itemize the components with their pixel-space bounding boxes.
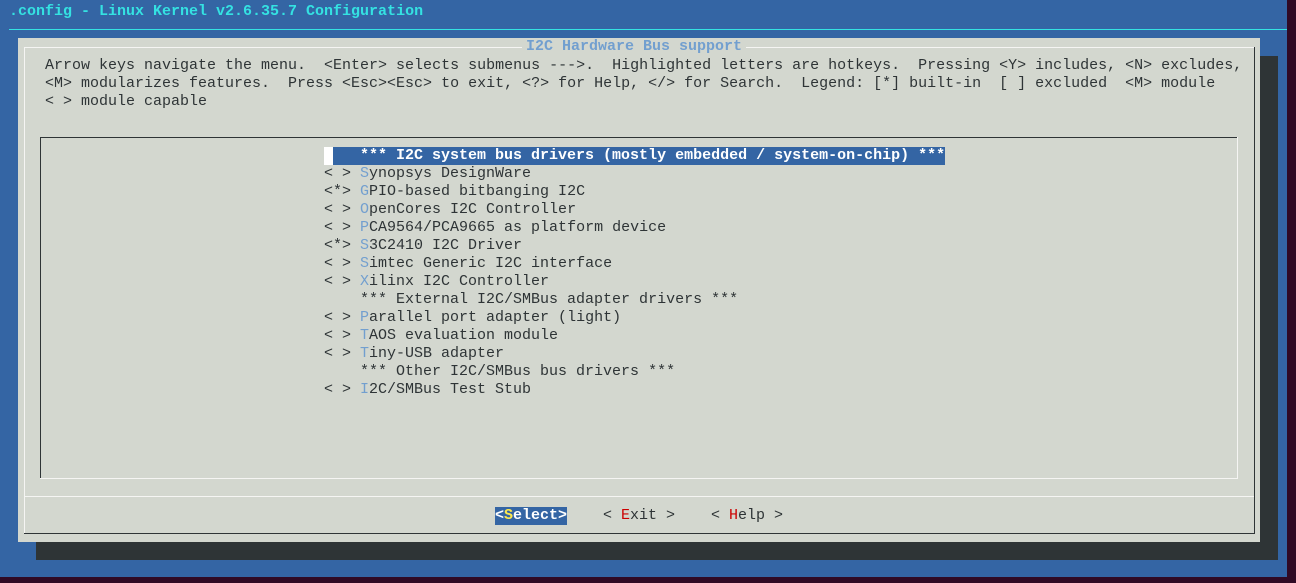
button-hotkey: E [621, 507, 631, 524]
item-label: imtec Generic I2C interface [369, 255, 613, 272]
item-state[interactable] [324, 363, 360, 380]
help-line: < > module capable [45, 93, 208, 110]
item-hotkey: O [360, 201, 370, 218]
button-hotkey: S [504, 507, 514, 524]
select-button[interactable]: <Select> [495, 507, 568, 525]
button-post: xit > [630, 507, 676, 524]
menu-item[interactable]: *** I2C system bus drivers (mostly embed… [324, 147, 945, 165]
item-state[interactable]: < > [324, 309, 360, 326]
help-button[interactable]: < Help > [711, 507, 783, 525]
dialog-title: I2C Hardware Bus support [522, 38, 747, 56]
menu-item[interactable]: < > Parallel port adapter (light) [324, 309, 621, 327]
item-label: PIO-based bitbanging I2C [369, 183, 586, 200]
item-label: ilinx I2C Controller [369, 273, 550, 290]
button-post: elp > [738, 507, 784, 524]
item-label: penCores I2C Controller [369, 201, 577, 218]
menu-box-right [1237, 137, 1238, 479]
item-hotkey: S [360, 237, 370, 254]
item-hotkey: T [360, 345, 370, 362]
cursor [324, 147, 333, 165]
menu-item[interactable]: *** Other I2C/SMBus bus drivers *** [324, 363, 675, 381]
item-label: *** I2C system bus drivers (mostly embed… [360, 147, 946, 164]
item-state[interactable]: <*> [324, 237, 360, 254]
menu-box-top [40, 137, 1237, 138]
item-state[interactable]: <*> [324, 183, 360, 200]
item-label: arallel port adapter (light) [369, 309, 622, 326]
menu-item[interactable]: < > TAOS evaluation module [324, 327, 558, 345]
item-state[interactable]: < > [324, 165, 360, 182]
dialog-border-right [1254, 47, 1255, 534]
item-label: 3C2410 I2C Driver [369, 237, 523, 254]
menu-item[interactable]: < > Xilinx I2C Controller [324, 273, 549, 291]
menu-item[interactable]: < > PCA9564/PCA9665 as platform device [324, 219, 666, 237]
menu-item[interactable]: *** External I2C/SMBus adapter drivers *… [324, 291, 738, 309]
item-label: iny-USB adapter [369, 345, 505, 362]
item-state[interactable]: < > [324, 327, 360, 344]
item-label: *** External I2C/SMBus adapter drivers *… [360, 291, 739, 308]
item-label: *** Other I2C/SMBus bus drivers *** [360, 363, 676, 380]
item-state[interactable] [324, 291, 360, 308]
menu-item[interactable]: < > Synopsys DesignWare [324, 165, 531, 183]
menu-item[interactable]: < > I2C/SMBus Test Stub [324, 381, 531, 399]
item-hotkey: S [360, 165, 370, 182]
item-state[interactable]: < > [324, 273, 360, 290]
window-title: .config - Linux Kernel v2.6.35.7 Configu… [9, 3, 424, 20]
menu-item[interactable]: <*> GPIO-based bitbanging I2C [324, 183, 585, 201]
menu-item[interactable]: < > Simtec Generic I2C interface [324, 255, 612, 273]
item-hotkey: P [360, 309, 370, 326]
item-hotkey: S [360, 255, 370, 272]
dialog-border-left [24, 47, 25, 534]
button-post: elect> [513, 507, 568, 524]
item-state[interactable]: < > [324, 345, 360, 362]
item-state[interactable]: < > [324, 201, 360, 218]
menu-item[interactable]: < > Tiny-USB adapter [324, 345, 504, 363]
item-label: AOS evaluation module [369, 327, 559, 344]
item-hotkey: P [360, 219, 370, 236]
button-hotkey: H [729, 507, 739, 524]
menu-item[interactable]: < > OpenCores I2C Controller [324, 201, 576, 219]
item-state[interactable]: < > [324, 219, 360, 236]
item-state[interactable]: < > [324, 255, 360, 272]
item-hotkey: I [360, 381, 370, 398]
menu-item[interactable]: <*> S3C2410 I2C Driver [324, 237, 522, 255]
help-line: Arrow keys navigate the menu. <Enter> se… [45, 57, 1243, 74]
button-pre: < [711, 507, 730, 524]
menu-box-bottom [40, 478, 1238, 479]
help-line: <M> modularizes features. Press <Esc><Es… [45, 75, 1216, 92]
config-dialog [18, 38, 1260, 542]
item-state [333, 147, 360, 164]
item-state[interactable]: < > [324, 381, 360, 398]
button-pre: < [495, 507, 505, 524]
item-label: CA9564/PCA9665 as platform device [369, 219, 667, 236]
item-label: 2C/SMBus Test Stub [369, 381, 532, 398]
item-hotkey: G [360, 183, 370, 200]
dialog-border-bottom [24, 533, 1255, 534]
menu-box-left [40, 137, 41, 479]
item-hotkey: X [360, 273, 370, 290]
title-divider [9, 29, 1287, 30]
button-separator [24, 496, 1254, 497]
item-label: ynopsys DesignWare [369, 165, 532, 182]
button-pre: < [603, 507, 622, 524]
item-hotkey: T [360, 327, 370, 344]
exit-button[interactable]: < Exit > [603, 507, 675, 525]
